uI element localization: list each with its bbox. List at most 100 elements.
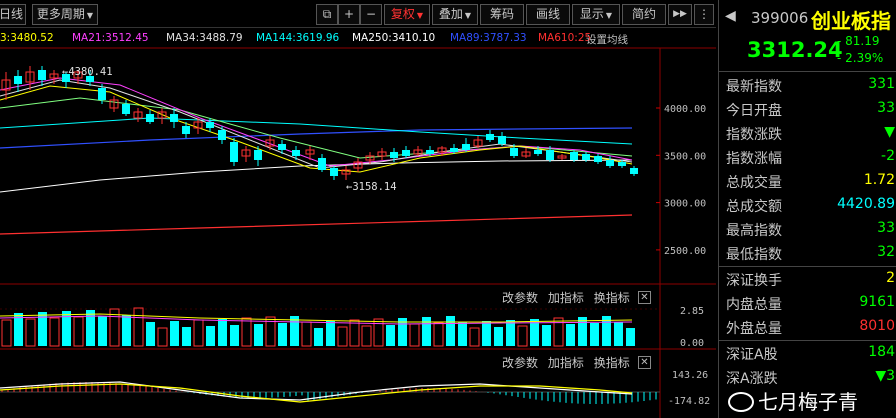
quote-value: 33 [877,220,895,236]
quote-value: 9161 [859,294,895,310]
quote-row: 总成交额 4420.89 [719,193,896,217]
candle-body [402,150,410,156]
quote-row: 总成交量 1.72 [719,169,896,193]
quote-value: ▼3 [875,368,895,384]
quote-row: 最新指数 331 [719,73,896,97]
volume-tick-label: 2.85 [680,306,704,317]
volume-bar [86,310,95,346]
quote-label: 总成交量 [726,175,782,191]
quote-header: ◀ 399006 创业板指 3312.24 - 81.19 - 2.39% [719,0,896,72]
ma-line [0,79,633,169]
candle-body [570,152,578,160]
quote-value: 32 [877,244,895,260]
indicator-line [0,383,633,403]
weibo-icon [728,391,754,412]
high-annotation: ←4380.41 [62,66,113,78]
candle-body [510,148,518,156]
quote-value: 4420.89 [837,196,895,212]
volume-bar [133,307,144,347]
quote-row: 指数涨幅 -2 [719,145,896,169]
volume-bar [157,327,168,347]
candle-body [534,150,542,154]
candle-body [14,76,22,84]
volume-bar [614,322,623,346]
add-indicator-button[interactable]: 加指标 [548,356,584,370]
candle-body [38,70,46,80]
candle-body [498,136,506,144]
volume-bar [278,323,287,346]
candle-body [122,104,130,114]
ma-line [0,117,633,145]
ma-line [0,127,633,149]
quote-label: 深证换手 [726,273,782,289]
candle-body [182,126,190,134]
index-name: 创业板指 [811,9,891,33]
watermark: 七月梅子青 [728,386,858,415]
edit-params-button[interactable]: 改参数 [502,291,538,305]
close-icon[interactable]: ✕ [638,291,651,304]
volume-bar [422,317,431,346]
volume-bar [409,323,420,347]
volume-bar [590,323,599,346]
price-tick-label: 4000.00 [664,104,706,115]
volume-bar [146,322,155,346]
volume-bar [122,315,131,346]
price-change-pct: - 2.39% [837,51,884,65]
quote-row: 深证A股 184 [719,341,896,365]
price-tick-label: 3000.00 [664,199,706,210]
volume-bar [230,325,239,346]
candle-body [594,156,602,162]
volume-bar [446,316,455,346]
volume-bar [433,322,444,347]
quote-row: 深证换手 2 [719,267,896,291]
volume-panel-header: 改参数 加指标 换指标 [502,289,630,306]
quote-label: 深证A股 [726,347,778,363]
close-icon[interactable]: ✕ [638,356,651,369]
quote-label: 最新指数 [726,79,782,95]
price-tick-label: 3500.00 [664,151,706,162]
switch-indicator-button[interactable]: 换指标 [594,356,630,370]
quote-row: 外盘总量 8010 [719,315,896,339]
quote-value: 33 [877,100,895,116]
volume-bar [73,316,84,347]
indicator-panel-header: 改参数 加指标 换指标 [502,354,630,371]
quote-row: 最高指数 33 [719,217,896,241]
volume-bar [182,327,191,346]
volume-bar [98,316,107,346]
volume-bar [301,321,312,347]
add-indicator-button[interactable]: 加指标 [548,291,584,305]
candle-body [170,114,178,122]
volume-bar [566,324,575,346]
volume-bar [254,324,263,346]
quote-row: 指数涨跌 ▼ [719,121,896,145]
quote-label: 指数涨跌 [726,127,782,143]
candle-body [618,162,626,166]
candle-body [582,154,590,160]
candle-body [450,148,458,152]
ma-line [0,159,633,193]
prev-arrow-icon[interactable]: ◀ [725,8,736,24]
volume-bar [326,321,335,346]
volume-bar [25,318,36,347]
quote-row: 内盘总量 9161 [719,291,896,315]
volume-bar [337,326,348,347]
edit-params-button[interactable]: 改参数 [502,356,538,370]
volume-bar [626,328,635,346]
low-annotation: ←3158.14 [346,181,397,193]
volume-bar [206,326,215,346]
candle-body [146,114,154,122]
volume-bar [314,328,323,346]
candle-body [278,144,286,150]
quote-label: 外盘总量 [726,321,782,337]
quote-label: 最高指数 [726,223,782,239]
candle-body [462,144,470,150]
volume-bar [494,327,503,346]
quote-value: 2 [886,270,895,286]
volume-tick-label: 0.00 [680,338,704,349]
switch-indicator-button[interactable]: 换指标 [594,291,630,305]
quote-label: 最低指数 [726,247,782,263]
volume-bar [241,317,252,347]
volume-bar [578,317,587,346]
quote-value: ▼ [884,124,895,140]
current-price: 3312.24 [747,38,843,62]
